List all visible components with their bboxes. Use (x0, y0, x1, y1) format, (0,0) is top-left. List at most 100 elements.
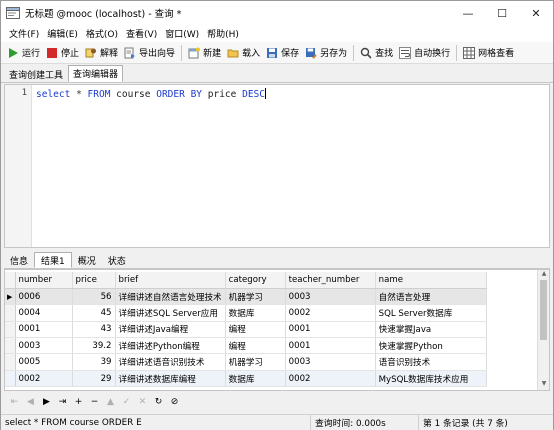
prev-record-button[interactable]: ◀ (24, 395, 37, 409)
cell-number[interactable]: 0004 (15, 304, 73, 322)
vertical-scrollbar[interactable]: ▲ ▼ (537, 270, 549, 390)
minimize-button[interactable]: — (451, 1, 485, 25)
table-row[interactable]: 0004 45 详细讲述SQL Server应用 数据库 0002 SQL Server数… (5, 304, 487, 322)
cell-number[interactable]: 0005 (15, 353, 73, 371)
apply-changes-button[interactable]: ✓ (120, 395, 133, 409)
row-header[interactable] (5, 370, 16, 388)
tab-query-builder[interactable]: 查询创建工具 (4, 66, 68, 82)
cell-category[interactable]: 编程 (225, 321, 286, 339)
cell-teacher-number[interactable]: 0001 (285, 321, 376, 339)
explain-button[interactable]: 解释 (82, 44, 121, 62)
cell-number[interactable]: 0003 (15, 337, 73, 355)
table-row[interactable]: 0005 39 详细讲述语音识别技术 机器学习 0003 语音识别技术 (5, 353, 487, 371)
row-header[interactable] (5, 321, 16, 339)
word-wrap-button[interactable]: 自动换行 (396, 44, 453, 62)
cell-category[interactable]: 机器学习 (225, 353, 286, 371)
scroll-down-icon[interactable]: ▼ (538, 380, 549, 390)
cell-teacher-number[interactable]: 0003 (285, 353, 376, 371)
result-grid[interactable]: number price brief category teacher_numb… (4, 269, 550, 391)
column-header-price[interactable]: price (72, 272, 116, 289)
first-record-button[interactable]: ⇤ (8, 395, 21, 409)
cell-number[interactable]: 0002 (15, 370, 73, 388)
cell-name[interactable]: 语音识别技术 (375, 353, 487, 371)
tab-query-editor[interactable]: 查询编辑器 (68, 65, 124, 82)
cell-number[interactable]: 0001 (15, 321, 73, 339)
cell-name[interactable]: SQL Server数据库 (375, 304, 487, 322)
cell-name[interactable]: 快速掌握Python (375, 337, 487, 355)
menu-file[interactable]: 文件(F) (5, 27, 43, 40)
cell-teacher-number[interactable]: 0001 (285, 337, 376, 355)
cell-brief[interactable]: 详细讲述Python编程 (115, 337, 226, 355)
row-header[interactable] (5, 304, 16, 322)
load-button[interactable]: 载入 (224, 44, 263, 62)
save-as-button[interactable]: 另存为 (302, 44, 350, 62)
tab-result1[interactable]: 结果1 (34, 252, 72, 268)
cell-brief[interactable]: 详细讲述语音识别技术 (115, 353, 226, 371)
scroll-thumb[interactable] (540, 280, 547, 340)
current-row-indicator[interactable]: ▶ (5, 288, 16, 306)
stop-button[interactable]: 停止 (43, 44, 82, 62)
new-button[interactable]: 新建 (185, 44, 224, 62)
run-button[interactable]: 运行 (4, 44, 43, 62)
table-row[interactable]: 0003 39.2 详细讲述Python编程 编程 0001 快速掌握Python (5, 337, 487, 355)
menu-window[interactable]: 窗口(W) (161, 27, 203, 40)
last-record-button[interactable]: ⇥ (56, 395, 69, 409)
tab-info[interactable]: 信息 (4, 253, 34, 268)
cell-name[interactable]: 自然语言处理 (375, 288, 487, 306)
cell-teacher-number[interactable]: 0002 (285, 370, 376, 388)
table-row[interactable]: 0001 43 详细讲述Java编程 编程 0001 快速掌握Java (5, 321, 487, 339)
cell-price[interactable]: 29 (72, 370, 116, 388)
column-header-brief[interactable]: brief (115, 272, 226, 289)
menu-help[interactable]: 帮助(H) (203, 27, 243, 40)
cell-teacher-number[interactable]: 0003 (285, 288, 376, 306)
cell-name[interactable]: 快速掌握Java (375, 321, 487, 339)
sql-editor[interactable]: 1 select * FROM course ORDER BY price DE… (4, 84, 550, 248)
export-wizard-button[interactable]: 导出向导 (121, 44, 178, 62)
scroll-up-icon[interactable]: ▲ (538, 270, 549, 280)
cell-price[interactable]: 56 (72, 288, 116, 306)
stop-query-button[interactable]: ⊘ (168, 395, 181, 409)
cell-category[interactable]: 编程 (225, 337, 286, 355)
column-header-name[interactable]: name (375, 272, 487, 289)
cell-number[interactable]: 0006 (15, 288, 73, 306)
next-record-button[interactable]: ▶ (40, 395, 53, 409)
cell-brief[interactable]: 详细讲述Java编程 (115, 321, 226, 339)
add-record-button[interactable]: + (72, 395, 85, 409)
delete-record-button[interactable]: − (88, 395, 101, 409)
save-icon (266, 47, 278, 59)
save-button[interactable]: 保存 (263, 44, 302, 62)
cell-price[interactable]: 39 (72, 353, 116, 371)
tab-profile[interactable]: 概况 (72, 253, 102, 268)
cell-brief[interactable]: 详细讲述SQL Server应用 (115, 304, 226, 322)
cell-name[interactable]: MySQL数据库技术应用 (375, 370, 487, 388)
cell-price[interactable]: 43 (72, 321, 116, 339)
row-header[interactable] (5, 337, 16, 355)
menu-edit[interactable]: 编辑(E) (43, 27, 82, 40)
tab-status[interactable]: 状态 (102, 253, 132, 268)
find-button[interactable]: 查找 (357, 44, 396, 62)
cell-teacher-number[interactable]: 0002 (285, 304, 376, 322)
grid-view-button[interactable]: 网格查看 (460, 44, 517, 62)
cell-category[interactable]: 数据库 (225, 370, 286, 388)
menu-format[interactable]: 格式(O) (82, 27, 122, 40)
sql-code-line[interactable]: select * FROM course ORDER BY price DESC (36, 88, 266, 100)
table-row[interactable]: ▶ 0006 56 详细讲述自然语言处理技术 机器学习 0003 自然语言处理 (5, 288, 487, 306)
maximize-button[interactable]: ☐ (485, 1, 519, 25)
column-header-number[interactable]: number (15, 272, 73, 289)
table-row[interactable]: 0002 29 详细讲述数据库编程 数据库 0002 MySQL数据库技术应用 (5, 370, 487, 388)
cell-price[interactable]: 39.2 (72, 337, 116, 355)
cell-category[interactable]: 数据库 (225, 304, 286, 322)
cell-brief[interactable]: 详细讲述数据库编程 (115, 370, 226, 388)
column-header-category[interactable]: category (225, 272, 286, 289)
close-button[interactable]: ✕ (519, 1, 553, 25)
cell-category[interactable]: 机器学习 (225, 288, 286, 306)
run-label: 运行 (22, 49, 41, 59)
edit-record-button[interactable]: ▲ (104, 395, 117, 409)
refresh-button[interactable]: ↻ (152, 395, 165, 409)
discard-changes-button[interactable]: ✕ (136, 395, 149, 409)
row-header[interactable] (5, 353, 16, 371)
cell-brief[interactable]: 详细讲述自然语言处理技术 (115, 288, 226, 306)
column-header-teacher-number[interactable]: teacher_number (285, 272, 376, 289)
menu-view[interactable]: 查看(V) (122, 27, 161, 40)
cell-price[interactable]: 45 (72, 304, 116, 322)
